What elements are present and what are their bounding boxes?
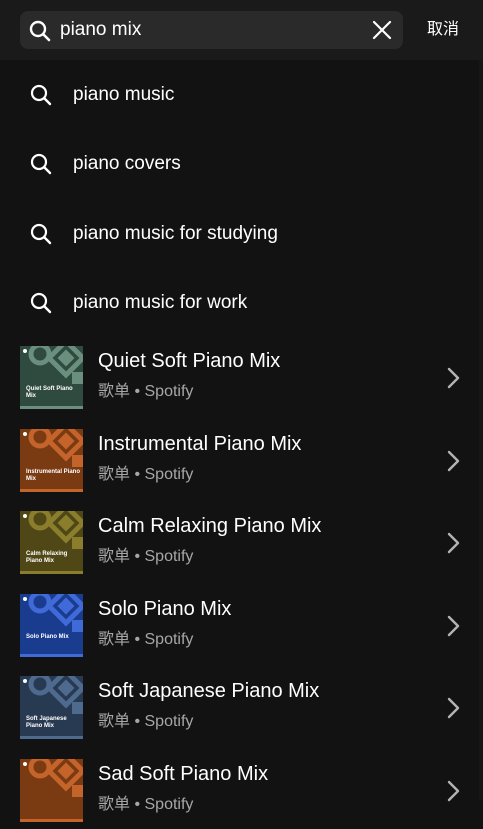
playlist-cover: Calm Relaxing Piano Mix xyxy=(20,511,83,574)
playlist-title: Sad Soft Piano Mix xyxy=(98,763,269,785)
playlist-item[interactable]: Calm Relaxing Piano Mix Calm Relaxing Pia… xyxy=(0,511,475,581)
search-icon xyxy=(30,84,52,106)
playlist-cover xyxy=(20,759,83,822)
chevron-right-icon xyxy=(447,697,460,719)
chevron-right-icon xyxy=(447,450,460,472)
search-suggestion[interactable]: piano music for work xyxy=(0,273,475,333)
chevron-right-icon xyxy=(447,780,460,802)
playlist-item[interactable]: Quiet Soft Piano Mix Quiet Soft Piano Mix… xyxy=(0,346,475,416)
cover-title: Soft Japanese Piano Mix xyxy=(26,716,67,729)
clear-icon[interactable] xyxy=(372,20,392,40)
search-query-text[interactable]: piano mix xyxy=(60,11,141,49)
search-header: piano mix 取消 xyxy=(0,0,483,60)
chevron-right-icon xyxy=(447,532,460,554)
playlist-cover: Solo Piano Mix xyxy=(20,594,83,657)
playlist-item[interactable]: Instrumental Piano Mix Instrumental Piano… xyxy=(0,429,475,499)
chevron-right-icon xyxy=(447,615,460,637)
playlist-meta: 歌单 • Spotify xyxy=(98,796,194,813)
playlist-meta: 歌单 • Spotify xyxy=(98,383,194,400)
playlist-title: Instrumental Piano Mix xyxy=(98,433,302,455)
playlist-title: Solo Piano Mix xyxy=(98,598,232,620)
playlist-meta: 歌单 • Spotify xyxy=(98,548,194,565)
playlist-meta: 歌单 • Spotify xyxy=(98,713,194,730)
playlist-title: Soft Japanese Piano Mix xyxy=(98,680,320,702)
playlist-cover: Instrumental Piano Mix xyxy=(20,429,83,492)
search-icon xyxy=(30,153,52,175)
search-icon xyxy=(30,223,52,245)
playlist-item[interactable]: Soft Japanese Piano Mix Soft Japanese Pia… xyxy=(0,676,475,746)
search-input[interactable]: piano mix xyxy=(20,11,403,49)
playlist-meta: 歌单 • Spotify xyxy=(98,466,194,483)
scrollbar[interactable] xyxy=(479,60,483,800)
search-suggestion[interactable]: piano covers xyxy=(0,134,475,194)
search-icon xyxy=(29,20,51,42)
cancel-button[interactable]: 取消 xyxy=(427,0,459,60)
playlist-cover: Soft Japanese Piano Mix xyxy=(20,676,83,739)
cover-title: Calm Relaxing Piano Mix xyxy=(26,551,68,564)
playlist-title: Calm Relaxing Piano Mix xyxy=(98,515,322,537)
suggestion-label: piano music for studying xyxy=(73,223,278,244)
suggestion-label: piano music xyxy=(73,84,175,105)
cover-title: Instrumental Piano Mix xyxy=(26,469,81,482)
playlist-meta: 歌单 • Spotify xyxy=(98,631,194,648)
playlist-title: Quiet Soft Piano Mix xyxy=(98,350,281,372)
chevron-right-icon xyxy=(447,367,460,389)
search-suggestion[interactable]: piano music for studying xyxy=(0,204,475,264)
playlist-item[interactable]: Sad Soft Piano Mix 歌单 • Spotify xyxy=(0,759,475,829)
playlist-cover: Quiet Soft Piano Mix xyxy=(20,346,83,409)
cover-title: Solo Piano Mix xyxy=(26,634,69,640)
suggestion-label: piano covers xyxy=(73,153,181,174)
suggestion-label: piano music for work xyxy=(73,292,248,313)
search-icon xyxy=(30,292,52,314)
playlist-item[interactable]: Solo Piano Mix Solo Piano Mix 歌单 • Spotify xyxy=(0,594,475,664)
search-suggestion[interactable]: piano music xyxy=(0,65,475,125)
cover-title: Quiet Soft Piano Mix xyxy=(26,386,73,399)
